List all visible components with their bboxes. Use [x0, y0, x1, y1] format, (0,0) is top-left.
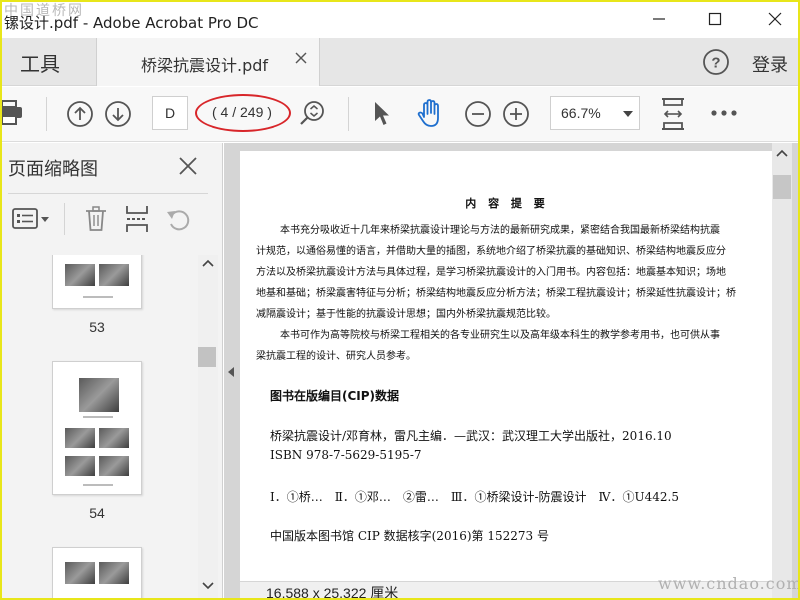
more-options-icon[interactable]	[710, 109, 738, 117]
svg-text:?: ?	[711, 55, 720, 72]
tab-close-icon[interactable]	[295, 52, 307, 64]
paragraph-line: 地基和基础；桥梁震害特征与分析；桥梁结构地震反应分析方法；桥梁工程抗震设计；桥梁…	[256, 288, 736, 299]
fit-page-icon[interactable]	[658, 97, 688, 131]
zoom-search-icon[interactable]	[298, 99, 326, 129]
scroll-up-icon[interactable]	[776, 149, 788, 157]
tab-tools[interactable]: 工具	[20, 48, 60, 77]
scrollbar-thumb[interactable]	[773, 175, 791, 199]
thumbnails-panel: 页面缩略图 53 54	[2, 143, 223, 598]
page-size-label: 16.588 x 25.322 厘米	[266, 585, 399, 598]
toolbar-divider	[46, 97, 47, 131]
highlight-ellipse	[195, 94, 291, 132]
panel-title: 页面缩略图	[8, 159, 98, 180]
rotate-icon[interactable]	[166, 207, 192, 233]
title-bar: 镙设计.pdf - Adobe Acrobat Pro DC 中国道桥网	[2, 2, 798, 38]
close-icon	[768, 12, 782, 26]
thumbnail-caption	[83, 416, 113, 418]
document-scrollbar[interactable]	[772, 143, 792, 598]
toolbar: D ( 4 / 249 ) 66.7%	[2, 87, 798, 142]
toolbar-divider	[348, 97, 349, 131]
help-icon[interactable]: ?	[702, 48, 730, 76]
zoom-dropdown[interactable]: 66.7%	[550, 96, 640, 130]
next-page-icon[interactable]	[104, 100, 132, 128]
panel-divider	[8, 193, 208, 194]
cip-line: Ⅰ．①桥… Ⅱ．①邓… ②雷… Ⅲ．①桥梁设计-防震设计 Ⅳ．①U442.5	[270, 490, 679, 504]
trash-icon[interactable]	[84, 205, 108, 233]
collapse-panel-icon[interactable]	[228, 367, 234, 377]
acrobat-window: 镙设计.pdf - Adobe Acrobat Pro DC 中国道桥网 工具 …	[2, 2, 798, 598]
close-window-button[interactable]	[752, 2, 798, 36]
minimize-icon	[653, 18, 665, 20]
login-button[interactable]: 登录	[752, 51, 788, 77]
cip-line: ISBN 978-7-5629-5195-7	[270, 448, 422, 462]
tab-document[interactable]: 桥梁抗震设计.pdf	[96, 38, 320, 86]
paragraph-line: 本书可作为高等院校与桥梁工程相关的各专业研究生以及高年级本科生的教学参考用书，也…	[280, 330, 720, 341]
page-number-label: 54	[89, 505, 105, 521]
maximize-button[interactable]	[692, 2, 738, 36]
panel-toolbar	[2, 195, 223, 245]
watermark-bottom: www.cndao.com	[658, 574, 798, 593]
panel-divider	[64, 203, 65, 235]
document-heading: 内 容 提 要	[465, 197, 549, 210]
scrollbar-thumb[interactable]	[198, 347, 216, 367]
scroll-up-icon[interactable]	[202, 259, 214, 267]
thumbnail-list: 53 54	[2, 255, 198, 598]
thumbnail-caption	[83, 484, 113, 486]
scroll-down-icon[interactable]	[202, 582, 214, 590]
select-cursor-icon[interactable]	[372, 101, 392, 127]
thumbnail-image	[65, 264, 95, 286]
zoom-out-icon[interactable]	[464, 100, 492, 128]
thumbnail-image	[99, 428, 129, 448]
maximize-icon	[708, 12, 722, 26]
thumbnail-scrollbar[interactable]	[198, 255, 218, 598]
page-number-label: 53	[89, 319, 105, 335]
watermark-top: 中国道桥网	[4, 3, 84, 19]
thumbnail-options-icon[interactable]	[12, 207, 50, 231]
cip-line: 中国版本图书馆 CIP 数据核字(2016)第 152273 号	[270, 529, 549, 543]
cip-heading: 图书在版编目(CIP)数据	[270, 389, 400, 403]
paragraph-line: 计规范，以通俗易懂的语言，并借助大量的插图，系统地介绍了桥梁抗震的基础知识、桥梁…	[256, 246, 726, 257]
pdf-page: 内 容 提 要 本书充分吸收近十几年来桥梁抗震设计理论与方法的最新研究成果，紧密…	[240, 151, 774, 591]
zoom-in-icon[interactable]	[502, 100, 530, 128]
thumbnail-image	[65, 456, 95, 476]
thumbnail-image	[99, 562, 129, 584]
page-thumbnail[interactable]	[52, 255, 142, 309]
insert-page-icon[interactable]	[124, 205, 150, 233]
chevron-down-icon	[623, 111, 633, 117]
document-tab-label: 桥梁抗震设计.pdf	[141, 56, 269, 75]
close-panel-icon[interactable]	[178, 156, 198, 176]
thumbnail-image	[79, 378, 119, 412]
paragraph-line: 本书充分吸收近十几年来桥梁抗震设计理论与方法的最新研究成果，紧密结合我国最新桥梁…	[280, 225, 720, 236]
thumbnail-image	[65, 562, 95, 584]
paragraph-line: 方法以及桥梁抗震设计方法与具体过程，是学习桥梁抗震设计的入门用书。内容包括：地震…	[256, 267, 726, 278]
page-thumbnail[interactable]	[52, 361, 142, 495]
thumbnail-image	[99, 456, 129, 476]
thumbnail-image	[65, 428, 95, 448]
previous-page-icon[interactable]	[66, 100, 94, 128]
thumbnail-caption	[83, 296, 113, 298]
paragraph-line: 梁抗震工程的设计、研究人员参考。	[256, 351, 416, 362]
hand-tool-icon[interactable]	[416, 97, 446, 129]
zoom-value: 66.7%	[561, 105, 601, 121]
document-viewer: 内 容 提 要 本书充分吸收近十几年来桥梁抗震设计理论与方法的最新研究成果，紧密…	[224, 143, 798, 598]
print-icon[interactable]	[2, 100, 26, 126]
page-thumbnail[interactable]	[52, 547, 142, 598]
minimize-button[interactable]	[636, 2, 682, 36]
paragraph-line: 减隔震设计；基于性能的抗震设计思想；国内外桥梁抗震规范比较。	[256, 309, 556, 320]
tab-bar: 工具 桥梁抗震设计.pdf ? 登录	[2, 38, 798, 86]
cip-line: 桥梁抗震设计/邓育林，雷凡主编．—武汉：武汉理工大学出版社，2016.10	[270, 429, 672, 443]
thumbnail-image	[99, 264, 129, 286]
page-number-input[interactable]: D	[152, 96, 188, 130]
